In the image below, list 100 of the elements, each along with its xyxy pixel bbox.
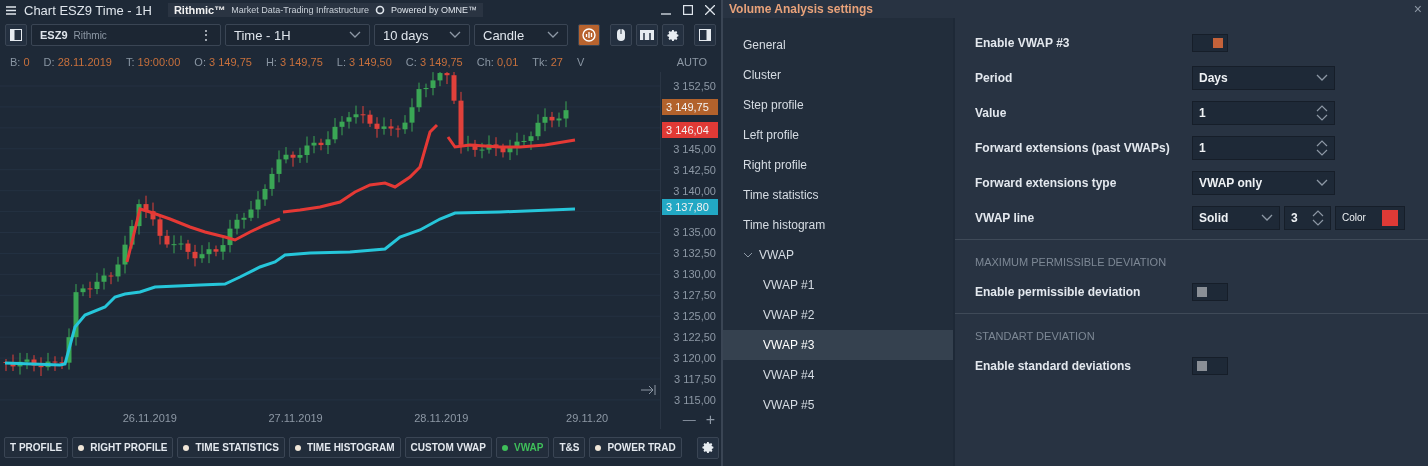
- chevron-down-icon: [349, 31, 361, 39]
- spinner-arrows-icon[interactable]: [1316, 139, 1328, 156]
- settings-nav-item[interactable]: General: [723, 30, 953, 60]
- indicator-tab[interactable]: TIME HISTOGRAM: [289, 437, 401, 458]
- setting-label: Forward extensions (past VWAPs): [975, 140, 1171, 155]
- toggle-switch[interactable]: [1192, 33, 1228, 52]
- price-axis-label: 3 152,50: [672, 79, 717, 94]
- settings-nav-item[interactable]: Right profile: [723, 150, 953, 180]
- brand-logo: Rithmic™: [173, 4, 226, 16]
- more-icon[interactable]: ⋮: [200, 28, 212, 42]
- timeframe-dropdown[interactable]: Time - 1H: [225, 24, 370, 46]
- range-dropdown[interactable]: 10 days: [374, 24, 470, 46]
- number-field[interactable]: 1: [1192, 135, 1335, 160]
- price-axis-label: 3 140,00: [672, 183, 717, 199]
- maximize-icon[interactable]: [683, 5, 693, 15]
- price-axis-label: 3 115,00: [673, 392, 717, 408]
- chevron-down-icon: [1261, 213, 1273, 222]
- indicator-tab[interactable]: VWAP: [495, 437, 550, 458]
- template-icon: [640, 30, 654, 40]
- chart-type-dropdown[interactable]: Candle: [474, 24, 568, 46]
- date-axis-label: 28.11.2019: [413, 412, 470, 424]
- panel-toggle-button[interactable]: [694, 24, 716, 46]
- close-button[interactable]: ×: [1413, 1, 1422, 17]
- indicator-tab[interactable]: T&S: [553, 437, 586, 458]
- mouse-button[interactable]: [610, 24, 632, 46]
- sidebar-toggle-button[interactable]: [5, 24, 27, 46]
- chevron-down-icon: [547, 31, 559, 39]
- date-axis-label: 27.11.2019: [267, 412, 324, 424]
- settings-nav-item[interactable]: VWAP #1: [723, 270, 953, 300]
- price-axis-label: 3 127,50: [672, 288, 717, 304]
- settings-button[interactable]: [697, 436, 719, 459]
- settings-nav-item[interactable]: Step profile: [723, 90, 953, 120]
- settings-nav-item[interactable]: Cluster: [723, 60, 953, 90]
- indicator-tab[interactable]: T PROFILE: [4, 437, 69, 458]
- bar-chart-circle-icon: [582, 28, 596, 42]
- scroll-to-end-icon[interactable]: [640, 384, 656, 396]
- dropdown-field[interactable]: Solid: [1192, 205, 1280, 230]
- spinner-arrows-icon[interactable]: [1316, 104, 1328, 121]
- provider-text: Rithmic: [73, 29, 107, 41]
- ohlc-info: T: 19:00:00: [125, 56, 181, 68]
- volume-analysis-button[interactable]: [578, 24, 600, 46]
- menu-icon[interactable]: [6, 5, 16, 15]
- gear-icon: [701, 441, 715, 454]
- indicator-tab[interactable]: RIGHT PROFILE: [72, 437, 174, 458]
- settings-nav-item[interactable]: Time histogram: [723, 210, 953, 240]
- price-badge: 3 149,75: [662, 99, 718, 115]
- zoom-in-button[interactable]: +: [705, 410, 715, 429]
- symbol-text: ESZ9: [40, 29, 68, 41]
- settings-nav-item[interactable]: VWAP #4: [723, 360, 953, 390]
- settings-nav-item[interactable]: Time statistics: [723, 180, 953, 210]
- toggle-switch[interactable]: [1192, 356, 1228, 375]
- window-title: Chart ESZ9 Time - 1H: [24, 2, 152, 18]
- price-axis-label: 3 142,50: [672, 162, 717, 178]
- price-axis-label: 3 125,00: [672, 309, 717, 325]
- close-icon[interactable]: [705, 5, 715, 15]
- number-field[interactable]: 3: [1284, 205, 1331, 230]
- color-swatch[interactable]: [1382, 209, 1398, 226]
- template-button[interactable]: [636, 24, 658, 46]
- chevron-down-icon: [1316, 178, 1328, 187]
- settings-nav-item[interactable]: VWAP #2: [723, 300, 953, 330]
- settings-nav-item[interactable]: VWAP #3: [723, 330, 953, 360]
- zoom-out-button[interactable]: —: [682, 412, 696, 428]
- chevron-down-icon[interactable]: [743, 251, 753, 259]
- chevron-down-icon: [1316, 73, 1328, 82]
- settings-nav-item[interactable]: VWAP: [723, 240, 953, 270]
- settings-nav-item[interactable]: VWAP #5: [723, 390, 953, 420]
- setting-label: Enable permissible deviation: [975, 284, 1142, 299]
- ohlc-info: O: 3 149,75: [194, 56, 252, 68]
- dropdown-field[interactable]: VWAP only: [1192, 170, 1335, 195]
- indicator-tab[interactable]: CUSTOM VWAP: [404, 437, 492, 458]
- gear-icon: [666, 28, 680, 42]
- auto-scale-label[interactable]: AUTO: [676, 56, 707, 68]
- ohlc-info: D: 28.11.2019: [43, 56, 112, 68]
- color-picker[interactable]: Color: [1335, 205, 1405, 230]
- ohlc-info: B: 0: [10, 56, 30, 68]
- indicator-tab[interactable]: TIME STATISTICS: [177, 437, 285, 458]
- date-axis-label: 26.11.2019: [121, 412, 178, 424]
- section-heading: MAXIMUM PERMISSIBLE DEVIATION: [974, 255, 1168, 270]
- price-badge: 3 137,80: [662, 199, 718, 215]
- price-badge: 3 146,04: [662, 122, 718, 138]
- spinner-arrows-icon[interactable]: [1312, 209, 1324, 226]
- ohlc-info: L: 3 149,50: [336, 56, 392, 68]
- ohlc-info: H: 3 149,75: [265, 56, 323, 68]
- dropdown-field[interactable]: Days: [1192, 65, 1335, 90]
- price-axis-label: 3 145,00: [672, 141, 717, 157]
- ohlc-info: C: 3 149,75: [405, 56, 463, 68]
- settings-nav-item[interactable]: Left profile: [723, 120, 953, 150]
- brand-tagline: Market Data-Trading Infrastructure: [231, 5, 369, 15]
- date-axis-label: 29.11.20: [565, 412, 610, 424]
- symbol-field[interactable]: ESZ9 Rithmic ⋮: [31, 24, 221, 46]
- number-field[interactable]: 1: [1192, 100, 1335, 125]
- powered-by-text: Powered by OMNE™: [390, 5, 477, 15]
- indicator-tab[interactable]: POWER TRAD: [589, 437, 682, 458]
- section-heading: STANDART DEVIATION: [974, 329, 1096, 344]
- ohlc-info: V: [576, 56, 585, 68]
- toggle-switch[interactable]: [1192, 282, 1228, 301]
- ohlc-info: Tk: 27: [532, 56, 563, 68]
- settings-button[interactable]: [662, 24, 684, 46]
- price-axis-label: 3 120,00: [672, 351, 717, 366]
- setting-label: VWAP line: [975, 210, 1036, 225]
